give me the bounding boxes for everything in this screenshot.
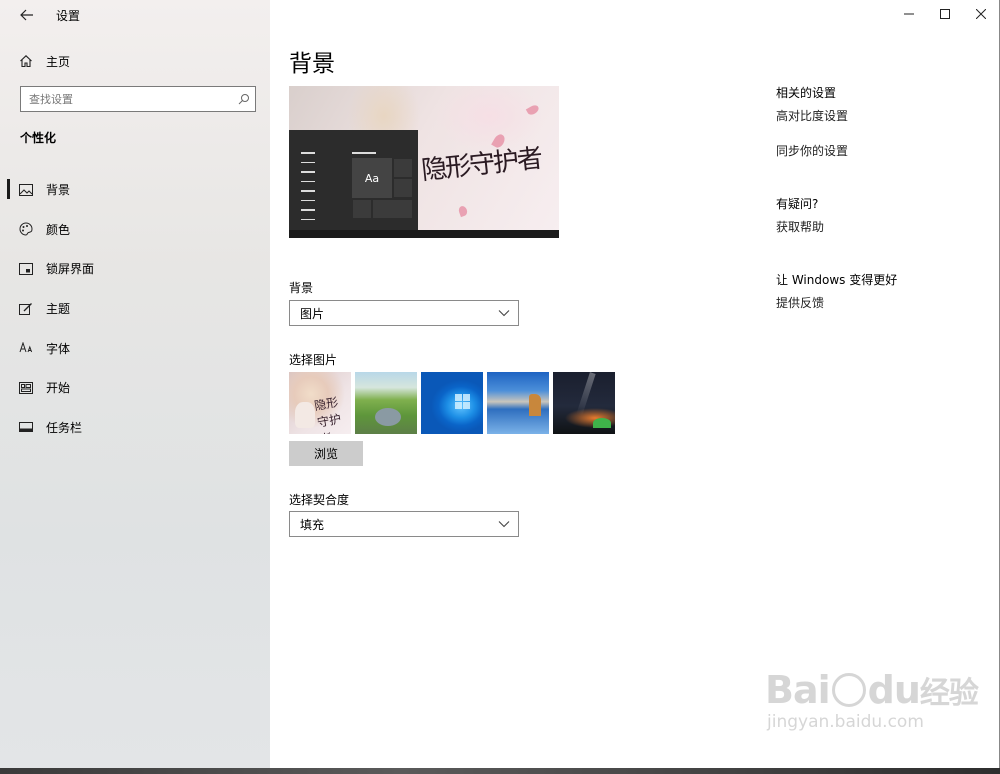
sidebar-item-lock-screen[interactable]: 锁屏界面: [0, 249, 270, 289]
search-box: [20, 86, 256, 112]
search-input[interactable]: [21, 88, 233, 110]
settings-window: 设置 主页 个性化 背景: [0, 0, 1000, 768]
window-controls: [891, 0, 999, 28]
related-settings-panel: 相关的设置 高对比度设置 同步你的设置 有疑问? 获取帮助 让 Windows …: [776, 84, 976, 329]
browse-button[interactable]: 浏览: [289, 441, 363, 466]
windows-blue-thumbnail[interactable]: [421, 372, 483, 434]
taskbar-icon: [18, 419, 34, 435]
high-contrast-link[interactable]: 高对比度设置: [776, 107, 976, 124]
night-sky-tent-thumbnail[interactable]: [553, 372, 615, 434]
sidebar: 设置 主页 个性化 背景: [0, 0, 270, 768]
minimize-button[interactable]: [891, 0, 927, 28]
sidebar-item-fonts[interactable]: 字体: [0, 328, 270, 368]
sidebar-item-label: 主题: [46, 302, 71, 317]
minimize-icon: [904, 13, 914, 15]
give-feedback-link[interactable]: 提供反馈: [776, 294, 976, 311]
page-title: 背景: [289, 51, 335, 77]
game-art-thumbnail[interactable]: 隐形守护者: [289, 372, 351, 434]
titlebar: 设置: [0, 0, 270, 30]
sidebar-item-home[interactable]: 主页: [18, 50, 70, 72]
sidebar-item-label: 任务栏: [46, 420, 83, 435]
choose-picture-label: 选择图片: [289, 353, 338, 367]
thumbnail-artwork-text: 隐形守护者: [313, 395, 343, 434]
watermark-text: 经验: [919, 676, 979, 711]
related-settings-heading: 相关的设置: [776, 86, 837, 100]
arrow-left-icon: [20, 9, 33, 21]
app-title: 设置: [56, 8, 81, 23]
watermark-url: jingyan.baidu.com: [767, 712, 924, 732]
back-button[interactable]: [12, 0, 42, 30]
fit-label: 选择契合度: [289, 493, 350, 507]
background-type-dropdown[interactable]: 图片: [289, 300, 519, 326]
search-icon[interactable]: [233, 93, 255, 105]
start-menu-icon: [18, 380, 34, 396]
font-icon: [18, 340, 34, 356]
preview-tile: [393, 178, 413, 198]
fit-value: 填充: [300, 517, 325, 532]
sidebar-item-label: 锁屏界面: [46, 262, 95, 277]
sidebar-item-label: 主页: [46, 54, 71, 69]
lock-screen-icon: [18, 261, 34, 277]
sidebar-item-label: 背景: [46, 183, 71, 198]
preview-start-menu: Aa: [289, 130, 418, 230]
background-type-value: 图片: [300, 306, 325, 321]
section-title: 个性化: [20, 131, 57, 145]
close-icon: [976, 9, 986, 19]
preview-menu-line: [352, 152, 376, 154]
preview-tile: [393, 158, 413, 178]
close-button[interactable]: [963, 0, 999, 28]
sidebar-item-themes[interactable]: 主题: [0, 289, 270, 329]
preview-taskbar: [289, 230, 559, 238]
home-icon: [18, 53, 34, 69]
maximize-button[interactable]: [927, 0, 963, 28]
question-heading: 有疑问?: [776, 197, 819, 211]
watermark-text: Bai: [765, 668, 831, 712]
baidu-watermark: Bai du 经验 jingyan.baidu.com: [765, 668, 979, 732]
sidebar-item-label: 开始: [46, 381, 71, 396]
feedback-heading: 让 Windows 变得更好: [776, 273, 898, 287]
sidebar-nav: 背景 颜色 锁屏界面 主题 字体 开始 任务栏: [0, 170, 270, 447]
sidebar-item-label: 颜色: [46, 222, 71, 237]
background-type-label: 背景: [289, 281, 314, 295]
watermark-logo: Bai du 经验: [765, 668, 979, 712]
chevron-down-icon: [498, 521, 510, 528]
picture-icon: [18, 182, 34, 198]
chevron-down-icon: [498, 310, 510, 317]
preview-menu-lines: [301, 152, 315, 228]
green-hills-thumbnail[interactable]: [355, 372, 417, 434]
desktop-strip: [0, 768, 1000, 774]
background-preview: 隐形守护者 Aa: [289, 86, 559, 238]
get-help-link[interactable]: 获取帮助: [776, 218, 976, 235]
sidebar-item-background[interactable]: 背景: [0, 170, 270, 210]
sidebar-item-taskbar[interactable]: 任务栏: [0, 408, 270, 448]
palette-icon: [18, 221, 34, 237]
picture-thumbnails: 隐形守护者: [289, 372, 619, 434]
beach-rock-thumbnail[interactable]: [487, 372, 549, 434]
sidebar-item-colors[interactable]: 颜色: [0, 210, 270, 250]
fit-dropdown[interactable]: 填充: [289, 511, 519, 537]
sidebar-item-label: 字体: [46, 341, 71, 356]
preview-tile: [372, 199, 413, 219]
watermark-text: du: [867, 668, 921, 712]
paw-icon: [831, 673, 866, 707]
maximize-icon: [940, 9, 950, 19]
theme-brush-icon: [18, 301, 34, 317]
preview-tile: [352, 199, 372, 219]
preview-tile: Aa: [352, 158, 392, 198]
sidebar-item-start[interactable]: 开始: [0, 368, 270, 408]
sync-settings-link[interactable]: 同步你的设置: [776, 142, 976, 159]
